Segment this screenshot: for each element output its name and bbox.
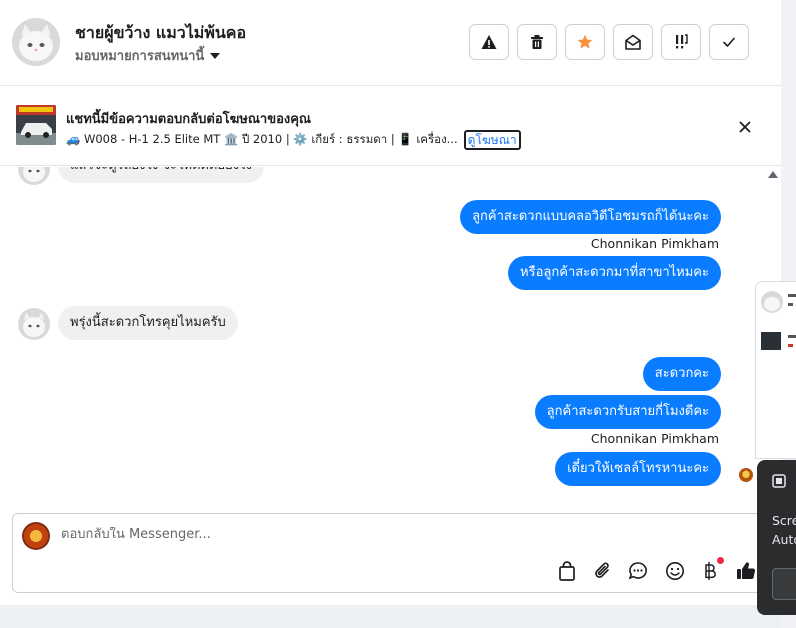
close-banner-button[interactable] <box>736 118 754 136</box>
sender-name: Chonnikan Pimkham <box>590 431 719 446</box>
follow-up-button[interactable] <box>661 24 701 60</box>
ad-reply-title: แชทนี้มีข้อความตอบกลับต่อโฆษณาของคุณ <box>66 112 311 127</box>
ad-reply-banner: แชทนี้มีข้อความตอบกลับต่อโฆษณาของคุณ 🚙 W… <box>0 87 781 166</box>
incoming-message[interactable]: แล้วจะดูรถยังไง จะให้ติดต่อยังไง <box>58 167 265 183</box>
close-icon <box>739 121 751 133</box>
ad-meta-text: 🚙 W008 - H-1 2.5 Elite MT 🏛️ ปี 2010 | ⚙… <box>66 132 458 146</box>
mail-open-icon <box>625 34 641 50</box>
reply-input[interactable] <box>61 527 561 542</box>
contact-avatar-small <box>18 167 50 185</box>
attach-button[interactable] <box>592 560 614 582</box>
view-ad-link[interactable]: ดูโฆษณา <box>463 130 521 150</box>
trash-icon <box>531 35 543 49</box>
shop-button[interactable] <box>556 560 578 582</box>
baht-icon <box>705 562 716 580</box>
bag-icon <box>559 561 575 581</box>
warning-icon <box>481 35 497 49</box>
ad-details: 🚙 W008 - H-1 2.5 Elite MT 🏛️ ปี 2010 | ⚙… <box>66 130 521 150</box>
chat-bubble-icon <box>628 562 647 580</box>
sender-name: Chonnikan Pimkham <box>590 236 719 251</box>
conversation-header: ชายผู้ขว้าง แมวไม่พ้นคอ มอบหมายการสนทนาน… <box>0 0 781 86</box>
conversation-panel: ชายผู้ขว้าง แมวไม่พ้นคอ มอบหมายการสนทนาน… <box>0 0 781 605</box>
outgoing-message[interactable]: ลูกค้าสะดวกแบบคลอวิดีโอชมรถก็ได้นะคะ <box>460 200 721 234</box>
emoji-icon <box>666 562 684 580</box>
message-thread[interactable]: แล้วจะดูรถยังไง จะให้ติดต่อยังไง ลูกค้าส… <box>0 167 766 505</box>
chevron-down-icon <box>210 52 221 59</box>
saved-replies-button[interactable] <box>627 560 649 582</box>
contact-name[interactable]: ชายผู้ขว้าง แมวไม่พ้นคอ <box>75 21 246 46</box>
outgoing-message[interactable]: สะดวกคะ <box>642 357 721 391</box>
mark-done-button[interactable] <box>709 24 749 60</box>
notification-dot <box>717 557 724 564</box>
reply-composer <box>12 513 772 593</box>
thumbs-up-icon <box>737 562 756 580</box>
scroll-up-arrow-icon[interactable] <box>768 171 778 178</box>
popup-text-line <box>788 303 793 306</box>
like-button[interactable] <box>735 560 757 582</box>
screen-capture-toast: Scre Auto <box>757 460 796 615</box>
chat-preview-popup[interactable] <box>755 281 796 459</box>
toast-line-2: Auto <box>772 532 796 547</box>
seen-indicator-avatar <box>739 468 753 482</box>
popup-text-line <box>788 344 793 347</box>
ad-thumbnail[interactable] <box>16 105 56 145</box>
screenshot-icon <box>772 474 786 488</box>
outgoing-message[interactable]: เดี๋ยวให้เซลล์โทรหานะคะ <box>555 452 721 486</box>
page-footer-area <box>0 605 781 628</box>
emoji-button[interactable] <box>664 560 686 582</box>
assign-label: มอบหมายการสนทนานี้ <box>75 49 205 64</box>
star-button[interactable] <box>565 24 605 60</box>
follow-up-icon <box>676 34 688 49</box>
star-icon <box>577 34 593 49</box>
popup-text-line <box>788 294 796 297</box>
toast-action-button[interactable] <box>772 568 796 600</box>
popup-text-line <box>788 335 796 338</box>
contact-avatar-small <box>18 308 50 340</box>
incoming-message[interactable]: พรุ่งนี้สะดวกโทรคุยไหมครับ <box>58 306 238 340</box>
toast-line-1: Scre <box>772 513 796 528</box>
popup-ad-thumbnail <box>761 332 781 350</box>
outgoing-message[interactable]: ลูกค้าสะดวกรับสายกี่โมงดีคะ <box>534 395 721 429</box>
assign-conversation-dropdown[interactable]: มอบหมายการสนทนานี้ <box>75 45 221 66</box>
page-avatar <box>22 522 50 550</box>
check-icon <box>723 37 735 47</box>
mark-unread-button[interactable] <box>613 24 653 60</box>
contact-avatar[interactable] <box>12 18 60 66</box>
delete-button[interactable] <box>517 24 557 60</box>
popup-contact-avatar <box>761 291 783 313</box>
paperclip-icon <box>595 562 609 578</box>
outgoing-message[interactable]: หรือลูกค้าสะดวกมาที่สาขาไหมคะ <box>508 256 721 290</box>
spam-button[interactable] <box>469 24 509 60</box>
